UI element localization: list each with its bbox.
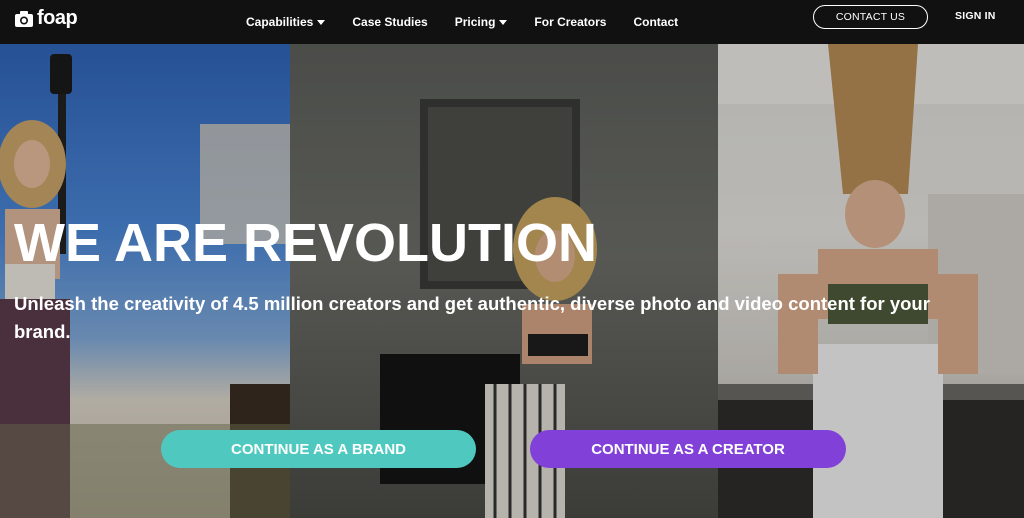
hero-headline: WE ARE REVOLUTION (14, 213, 598, 273)
menu-item-label: Case Studies (352, 15, 428, 29)
menu-item-label: Capabilities (246, 15, 314, 29)
continue-as-creator-button[interactable]: CONTINUE AS A CREATOR (530, 430, 846, 468)
menu-item-capabilities[interactable]: Capabilities (246, 15, 326, 29)
foap-logo[interactable]: foap (14, 7, 78, 30)
menu-item-pricing[interactable]: Pricing (455, 15, 508, 29)
continue-as-brand-button[interactable]: CONTINUE AS A BRAND (161, 430, 476, 468)
menu-item-label: Pricing (454, 15, 496, 29)
menu-item-label: For Creators (534, 15, 607, 29)
menu-item-contact[interactable]: Contact (633, 15, 678, 29)
contact-us-button[interactable]: CONTACT US (813, 5, 928, 29)
sign-in-link[interactable]: SIGN IN (955, 10, 996, 22)
menu-item-label: Contact (633, 15, 679, 29)
brand-name: foap (37, 7, 78, 29)
main-menu: Capabilities Case Studies Pricing For Cr… (246, 0, 705, 44)
hero-subheadline: Unleash the creativity of 4.5 million cr… (14, 293, 930, 342)
caret-down-icon (499, 19, 508, 25)
top-nav: foap Capabilities Case Studies Pricing F… (0, 0, 1024, 44)
menu-item-for-creators[interactable]: For Creators (534, 15, 606, 29)
caret-down-icon (317, 19, 326, 25)
camera-icon (14, 9, 34, 29)
menu-item-case-studies[interactable]: Case Studies (352, 15, 427, 29)
hero-overlay (0, 44, 1024, 518)
hero-section: WE ARE REVOLUTION Unleash the creativity… (0, 44, 1024, 518)
